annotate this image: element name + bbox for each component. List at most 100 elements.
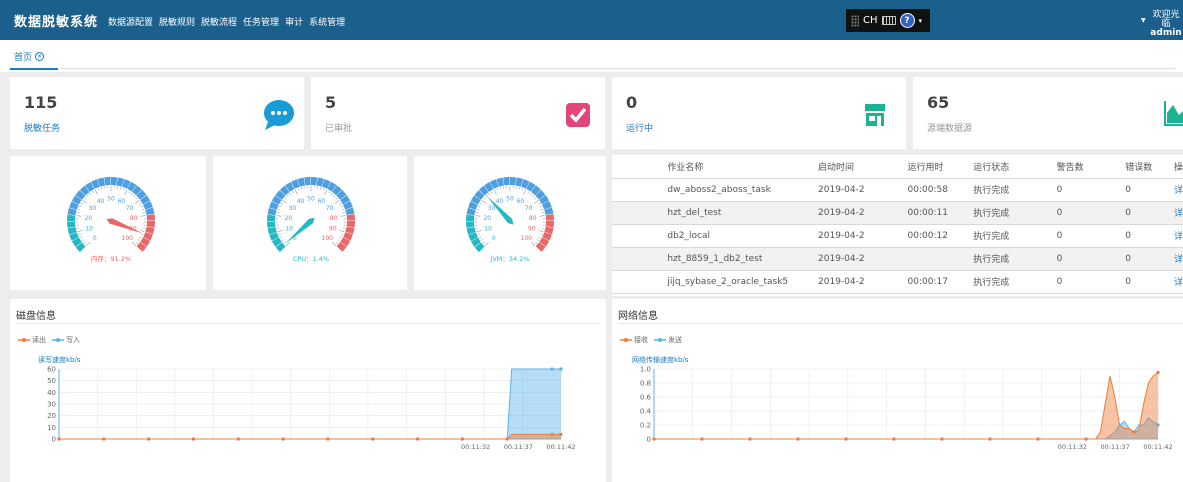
details-link[interactable]: 详 [1174,201,1183,224]
gauge-tick-label: 30 [488,205,496,212]
gauge-tick [139,202,142,205]
cell-start: 2019-04-2 [818,184,865,195]
jobs-table: 作业名称 启动时间 运行用时 运行状态 警告数 错误数 操 dw_aboss2_… [612,155,1183,294]
gauge-arc-segment [503,177,510,186]
nav-audit[interactable]: 审计 [285,15,303,28]
stat-card-source-datasources[interactable]: 65 源端数据源 [913,77,1183,149]
data-point [796,437,800,441]
nav-masking-rules[interactable]: 脱敏规则 [159,15,195,28]
ime-options-icon[interactable]: ▾ [919,17,923,25]
gauge-tick [483,197,486,200]
gauge-tick [527,191,530,194]
gauge-tick [286,242,290,246]
gauge-tick [139,229,145,233]
gauge-tick [521,188,524,191]
gauge-tick [535,241,538,244]
col-header-job-name[interactable]: 作业名称 [667,155,818,178]
help-icon[interactable]: ? [899,13,915,28]
ime-language-label[interactable]: CH [863,15,878,26]
col-header-duration[interactable]: 运行用时 [908,155,974,178]
nav-task-management[interactable]: 任务管理 [243,15,279,28]
cell-start: 2019-04-2 [818,276,865,287]
chart-legend: 读出 写入 [18,335,80,345]
gauge-tick [339,229,345,233]
gauge-arc-segment [104,177,111,186]
table-row[interactable]: db2_local 2019-04-2 00:00:12 执行完成 0 0 详 [612,224,1183,247]
legend-item-receive[interactable]: 接收 [620,335,648,345]
col-header-errors[interactable]: 错误数 [1125,155,1174,178]
gauge-tick [324,189,328,195]
legend-item-send[interactable]: 发送 [654,335,682,345]
col-header-status[interactable]: 运行状态 [973,155,1056,178]
gauge-tick [283,241,286,244]
gauge-tick [490,191,493,194]
gauge-tick [133,195,136,198]
gauge-tick [540,208,544,211]
legend-marker-icon [18,338,30,342]
nav-system-management[interactable]: 系统管理 [309,15,345,28]
details-link[interactable]: 详 [1174,247,1183,270]
data-point [147,437,151,441]
gauge-tick-label: 70 [326,205,334,212]
details-link[interactable]: 详 [1174,270,1183,293]
chat-bubble-icon [264,100,294,130]
tab-home-label[interactable]: 首页 [14,50,32,63]
gauge-tick [534,197,537,200]
gauge-tick-label: 70 [126,205,134,212]
details-link[interactable]: 详 [1174,178,1183,201]
cell-duration: 00:00:17 [907,276,948,287]
close-tab-icon[interactable]: ✕ [35,52,45,61]
stat-card-running[interactable]: 0 运行中 [612,77,906,149]
stat-value: 0 [626,93,638,112]
gauge-tick-label: 50 [107,196,115,203]
gauge-tick [476,208,480,211]
data-point [844,437,848,441]
stat-card-masking-tasks[interactable]: 115 脱敏任务 [10,77,304,149]
details-link[interactable]: 详 [1174,224,1183,247]
col-header-warnings[interactable]: 警告数 [1057,155,1126,178]
gauge-tick [476,229,482,233]
data-point [1132,430,1136,434]
x-tick-label: 00:11:37 [504,443,533,451]
gauge-tick [128,191,131,194]
table-row[interactable]: hzt_del_test 2019-04-2 00:00:11 执行完成 0 0… [612,201,1183,224]
gauge-value-label: JVM：34.2% [489,255,529,263]
gauge-arc-segment [146,214,155,221]
table-row[interactable]: hzt_8859_1_db2_test 2019-04-2 执行完成 0 0 详 [612,247,1183,270]
disk-io-chart: 0 10 20 30 40 50 60 00:11:32 00:11:37 00:11:42 [47,366,576,452]
cell-errors: 0 [1125,184,1131,195]
y-tick-label: 0.8 [640,380,651,388]
table-row[interactable]: jijq_sybase_2_oracle_task5 2019-04-2 00:… [612,270,1183,293]
cell-duration: 00:00:12 [907,230,948,241]
table-row[interactable]: dw_aboss2_aboss_task 2019-04-2 00:00:58 … [612,178,1183,201]
gauge-tick [341,233,344,236]
data-point [652,437,656,441]
legend-item-read[interactable]: 读出 [18,335,46,345]
gauge-tick [81,239,84,241]
gauge-tick [538,202,541,205]
x-tick-label: 00:11:42 [1143,443,1172,451]
stat-card-approved[interactable]: 5 已审批 [311,77,605,149]
nav-datasource-config[interactable]: 数据源配置 [108,15,153,28]
stat-value: 5 [325,93,337,112]
user-menu[interactable]: ▼ 欢迎光临 admin [1141,11,1183,38]
main-nav: 数据源配置 脱敏规则 脱敏流程 任务管理 审计 系统管理 [108,15,345,28]
network-io-chart: 0 0.2 0.4 0.6 0.8 1.0 00:11:32 00:11:37 00:11:42 [640,366,1173,452]
gauge-tick-label: 20 [284,215,292,222]
gauge-tick-label: 30 [89,205,97,212]
drag-handle-icon[interactable] [851,14,859,27]
caret-down-icon[interactable]: ▼ [1141,16,1146,25]
ime-toolbar[interactable]: CH ? ▾ [846,9,930,32]
keyboard-icon[interactable] [881,16,896,25]
y-tick-label: 0.2 [640,422,651,430]
gauge-tick [124,189,128,195]
col-header-start-time[interactable]: 启动时间 [818,155,908,178]
gauge-tick [300,187,303,190]
cell-status: 执行完成 [973,232,1010,242]
gauge-tick [485,195,488,198]
tab-home[interactable]: 首页 ✕ [14,50,45,63]
nav-masking-flow[interactable]: 脱敏流程 [201,15,237,28]
gauge-tick [140,205,143,208]
gauge-tick [336,241,339,244]
legend-item-write[interactable]: 写入 [52,335,80,345]
